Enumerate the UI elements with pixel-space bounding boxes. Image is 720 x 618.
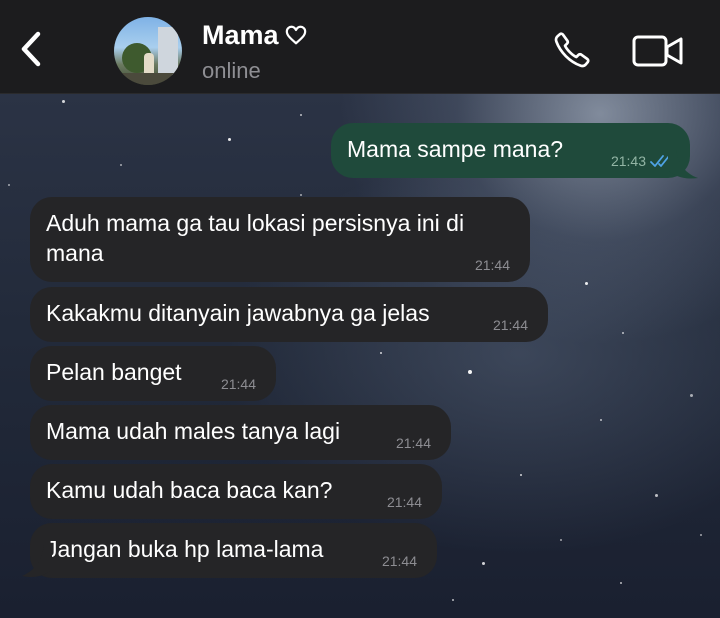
bubble-tail	[668, 150, 698, 179]
message-text: Mama udah males tanya lagi	[46, 418, 341, 444]
video-camera-icon	[632, 35, 683, 67]
chevron-left-icon	[21, 31, 41, 67]
message-bubble-incoming[interactable]: Jangan buka hp lama-lama 21:44	[30, 523, 437, 578]
avatar[interactable]	[114, 17, 182, 85]
message-bubble-incoming[interactable]: Pelan banget 21:44	[30, 346, 276, 401]
message-text: Kamu udah baca baca kan?	[46, 477, 333, 503]
bubble-tail	[22, 545, 52, 578]
message-text-line: Aduh mama ga tau lokasi persisnya ini di	[46, 210, 465, 236]
back-button[interactable]	[14, 26, 54, 70]
chat-header: Mama online	[0, 0, 720, 94]
contact-name-text: Mama	[202, 20, 279, 50]
message-timestamp: 21:44	[492, 317, 528, 333]
message-text: Mama sampe mana?	[347, 136, 564, 162]
message-timestamp: 21:44	[395, 435, 431, 451]
contact-name[interactable]: Mama	[202, 20, 307, 51]
message-bubble-incoming[interactable]: Mama udah males tanya lagi 21:44	[30, 405, 451, 460]
message-bubble-outgoing[interactable]: Mama sampe mana? 21:43	[331, 123, 690, 178]
call-button[interactable]	[552, 30, 592, 70]
message-timestamp: 21:44	[386, 494, 422, 510]
message-text: Jangan buka hp lama-lama	[46, 536, 324, 562]
phone-icon	[554, 32, 590, 68]
message-text-line: mana	[46, 240, 104, 266]
message-bubble-incoming[interactable]: Kamu udah baca baca kan? 21:44	[30, 464, 442, 519]
message-bubble-incoming[interactable]: Aduh mama ga tau lokasi persisnya ini di…	[30, 197, 530, 282]
message-text: Kakakmu ditanyain jawabnya ga jelas	[46, 300, 430, 326]
contact-status: online	[202, 58, 261, 83]
message-timestamp: 21:43	[610, 153, 646, 169]
message-timestamp: 21:44	[220, 376, 256, 392]
video-call-button[interactable]	[632, 34, 684, 68]
message-timestamp: 21:44	[381, 553, 417, 569]
message-timestamp: 21:44	[474, 257, 510, 273]
message-bubble-incoming[interactable]: Kakakmu ditanyain jawabnya ga jelas 21:4…	[30, 287, 548, 342]
heart-icon	[285, 25, 306, 45]
message-text: Pelan banget	[46, 359, 182, 385]
